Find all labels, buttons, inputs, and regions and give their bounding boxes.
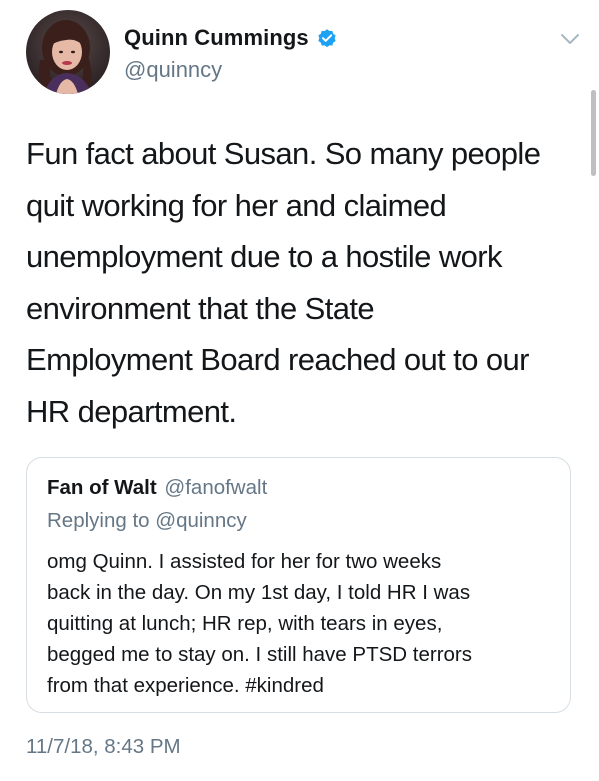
tweet-text-line: unemployment due to a hostile work [26, 239, 502, 274]
tweet-text-line: HR department. [26, 393, 237, 429]
tweet-text-line: quit working for her and claimed [26, 187, 447, 223]
quoted-tweet-card[interactable]: Fan of Walt @fanofwalt Replying to @quin… [26, 457, 571, 713]
quoted-text-line: back in the day. On my 1st day, I told H… [47, 581, 471, 604]
scrollbar[interactable] [591, 90, 596, 176]
quoted-text-line: begged me to stay on. I still have PTSD … [47, 643, 472, 666]
quoted-text-line: quitting at lunch; HR rep, with tears in… [47, 612, 443, 635]
tweet-timestamp[interactable]: 11/7/18, 8:43 PM [26, 735, 181, 759]
verified-badge-icon [318, 29, 336, 48]
quoted-text-line: omg Quinn. I assisted for her for two we… [47, 550, 442, 573]
quoted-tweet-text: omg Quinn. I assisted for her for two we… [47, 546, 562, 701]
tweet-text-line: Fun fact about Susan. So many people [26, 136, 541, 171]
author-handle[interactable]: @quinncy [124, 57, 338, 83]
replying-to-label: Replying to @quinncy [47, 509, 247, 532]
chevron-down-icon[interactable] [560, 32, 580, 46]
author-display-name[interactable]: Quinn Cummings [124, 25, 309, 51]
tweet-text-line: Employment Board reached out to our [26, 342, 529, 377]
display-name-row: Quinn Cummings [124, 24, 338, 52]
author-names: Quinn Cummings @quinncy [124, 24, 338, 83]
tweet-header: Quinn Cummings @quinncy [26, 10, 586, 100]
tweet-text-line: environment that the State [26, 290, 375, 326]
avatar[interactable] [26, 10, 110, 94]
quoted-text-line: from that experience. #kindred [47, 674, 324, 697]
tweet-text: Fun fact about Susan. So many people qui… [26, 128, 586, 437]
quoted-author-handle: @fanofwalt [164, 476, 268, 499]
avatar-photo [26, 10, 110, 94]
quoted-author-name: Fan of Walt [47, 476, 157, 499]
quoted-tweet-header: Fan of Walt @fanofwalt [47, 476, 267, 500]
